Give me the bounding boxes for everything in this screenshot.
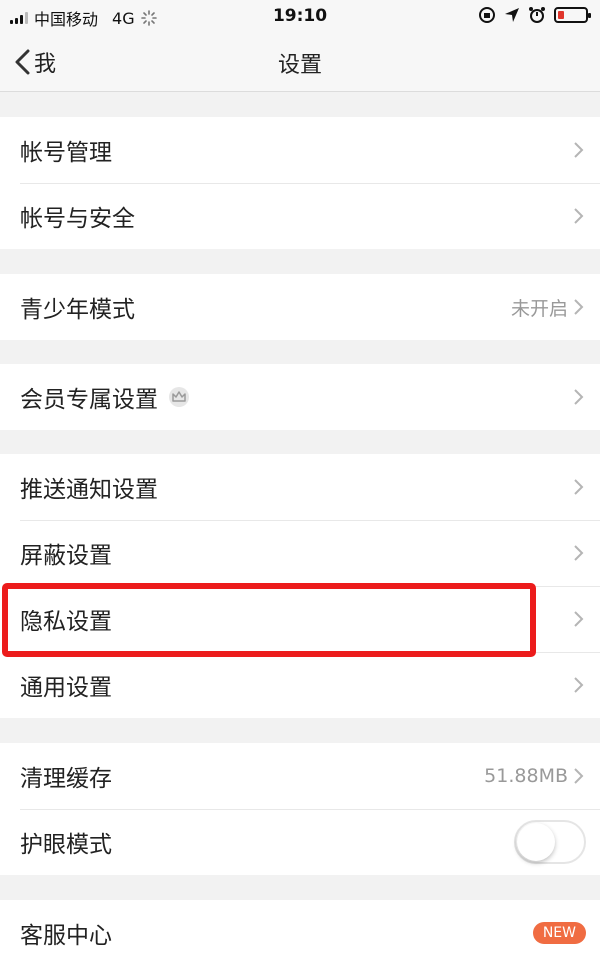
toggle-knob [517,823,555,861]
chevron-right-icon [574,299,584,315]
row-right [572,652,586,718]
chevron-right-icon [574,611,584,627]
row-clear-cache[interactable]: 清理缓存 51.88MB [0,743,600,809]
chevron-right-icon [574,545,584,561]
row-label: 屏蔽设置 [20,543,112,569]
row-right: NEW [532,900,586,959]
chevron-right-icon [574,208,584,224]
chevron-right-icon [574,142,584,158]
row-right [572,117,586,183]
group-preferences: 推送通知设置 屏蔽设置 隐私设置 通用设置 [0,454,600,718]
row-account-management[interactable]: 帐号管理 [0,117,600,183]
row-privacy-settings[interactable]: 隐私设置 [0,586,600,652]
row-label: 帐号管理 [20,140,112,166]
row-right: 51.88MB [484,743,586,809]
status-right [478,6,591,24]
row-label: 客服中心 [20,923,112,949]
row-right: 未开启 [511,274,586,340]
row-label: 隐私设置 [20,609,112,635]
row-member-settings[interactable]: 会员专属设置 [0,364,600,430]
row-label: 护眼模式 [20,832,112,858]
row-label: 推送通知设置 [20,477,158,503]
nav-bar: 我 设置 [0,32,600,92]
group-storage: 清理缓存 51.88MB 护眼模式 [0,743,600,875]
orientation-lock-icon [479,7,495,23]
chevron-right-icon [574,677,584,693]
location-icon [505,8,519,22]
eye-protection-toggle[interactable] [514,820,586,864]
row-block-settings[interactable]: 屏蔽设置 [0,520,600,586]
page-title: 设置 [277,53,322,78]
row-label: 青少年模式 [20,297,135,323]
row-push-notifications[interactable]: 推送通知设置 [0,454,600,520]
chevron-right-icon [574,389,584,405]
battery-icon [554,7,591,23]
group-support: 客服中心 NEW [0,900,600,959]
row-right [572,183,586,249]
row-label: 会员专属设置 [20,387,158,413]
group-member: 会员专属设置 [0,364,600,430]
row-label: 通用设置 [20,675,112,701]
group-youth: 青少年模式 未开启 [0,274,600,340]
alarm-icon [529,7,545,23]
row-right [572,520,586,586]
status-bar: 中国移动 4G 19:10 [0,0,600,32]
row-right [572,586,586,652]
new-badge: NEW [532,922,586,944]
crown-icon [169,387,189,407]
battery-level [558,11,564,19]
group-account: 帐号管理 帐号与安全 [0,117,600,249]
cache-size: 51.88MB [484,765,568,787]
chevron-right-icon [574,479,584,495]
row-right [514,809,586,875]
row-label: 清理缓存 [20,766,112,792]
row-right [572,364,586,430]
row-right [572,454,586,520]
row-general-settings[interactable]: 通用设置 [0,652,600,718]
row-customer-service[interactable]: 客服中心 NEW [0,900,600,959]
row-youth-mode[interactable]: 青少年模式 未开启 [0,274,600,340]
row-account-security[interactable]: 帐号与安全 [0,183,600,249]
row-eye-protection: 护眼模式 [0,809,600,875]
youth-mode-status: 未开启 [510,297,568,320]
row-label: 帐号与安全 [20,206,135,232]
chevron-right-icon [574,768,584,784]
